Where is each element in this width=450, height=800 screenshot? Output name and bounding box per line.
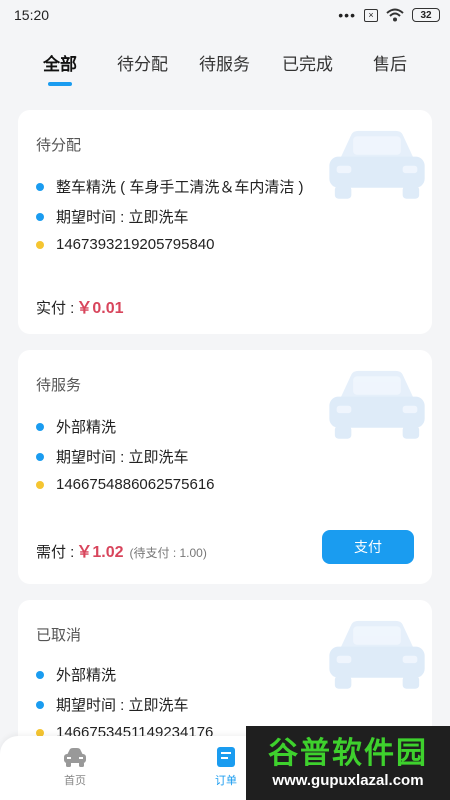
status-icons: ••• × 32 [338, 8, 440, 22]
wifi-icon [386, 8, 404, 22]
price-label: 实付 : [36, 300, 75, 317]
car-watermark-icon [329, 370, 425, 439]
order-service: 外部精洗 [56, 419, 117, 436]
order-status: 待服务 [36, 377, 82, 394]
tab-completed[interactable]: 已完成 [282, 50, 333, 75]
tab-all[interactable]: 全部 [43, 50, 77, 75]
price-row: 实付 : ￥0.01 [36, 294, 124, 318]
order-service: 整车精洗 ( 车身手工清洗＆车内清洁 ) [56, 179, 304, 196]
price-value: ￥0.01 [76, 300, 124, 317]
pay-button[interactable]: 支付 [322, 530, 414, 564]
sim-icon: × [364, 8, 378, 22]
order-service-row: 外部精洗 [36, 664, 116, 685]
status-bar: 15:20 ••• × 32 [0, 0, 450, 30]
order-time: 期望时间 : 立即洗车 [56, 209, 189, 226]
blue-dot-icon [36, 182, 44, 191]
order-time: 期望时间 : 立即洗车 [56, 449, 189, 466]
order-number: 1467393219205795840 [56, 236, 215, 253]
blue-dot-icon [36, 422, 44, 431]
car-icon [64, 748, 86, 767]
car-watermark-icon [329, 620, 425, 689]
nav-orders-label: 订单 [215, 775, 237, 787]
order-tabs: 全部 待分配 待服务 已完成 售后 [0, 36, 450, 96]
status-time: 15:20 [14, 7, 50, 23]
car-watermark-icon [329, 130, 425, 199]
tab-indicator [48, 82, 72, 86]
yellow-dot-icon [36, 480, 44, 489]
yellow-dot-icon [36, 240, 44, 249]
blue-dot-icon [36, 212, 44, 221]
order-time-row: 期望时间 : 立即洗车 [36, 206, 189, 227]
order-number-row: 1467393219205795840 [36, 236, 215, 253]
order-status: 待分配 [36, 137, 82, 154]
tab-pending-service[interactable]: 待服务 [199, 50, 250, 75]
order-service-row: 整车精洗 ( 车身手工清洗＆车内清洁 ) [36, 176, 304, 197]
order-number-row: 1466754886062575616 [36, 476, 215, 493]
price-value: ￥1.02 [76, 544, 124, 561]
order-time-row: 期望时间 : 立即洗车 [36, 694, 189, 715]
blue-dot-icon [36, 452, 44, 461]
nav-home-label: 首页 [64, 775, 86, 787]
order-time: 期望时间 : 立即洗车 [56, 697, 189, 714]
order-time-row: 期望时间 : 立即洗车 [36, 446, 189, 467]
nav-home[interactable]: 首页 [45, 746, 105, 788]
order-number: 1466754886062575616 [56, 476, 215, 493]
watermark-title: 谷普软件园 [268, 737, 428, 770]
site-watermark: 谷普软件园 www.gupuxlazal.com [246, 726, 450, 800]
tab-pending-assign[interactable]: 待分配 [117, 50, 168, 75]
watermark-url: www.gupuxlazal.com [272, 772, 424, 789]
blue-dot-icon [36, 670, 44, 679]
price-label: 需付 : [36, 544, 75, 561]
more-dots-icon: ••• [338, 7, 356, 23]
battery-icon: 32 [412, 8, 440, 22]
order-card[interactable]: 待分配 整车精洗 ( 车身手工清洗＆车内清洁 ) 期望时间 : 立即洗车 146… [18, 110, 432, 334]
order-service-row: 外部精洗 [36, 416, 116, 437]
order-icon [217, 747, 235, 767]
order-status: 已取消 [36, 627, 82, 644]
blue-dot-icon [36, 700, 44, 709]
price-row: 需付 : ￥1.02 (待支付 : 1.00) [36, 538, 207, 562]
order-card[interactable]: 待服务 外部精洗 期望时间 : 立即洗车 1466754886062575616… [18, 350, 432, 584]
tab-after-sale[interactable]: 售后 [373, 50, 407, 75]
price-note: (待支付 : 1.00) [129, 546, 207, 560]
order-service: 外部精洗 [56, 667, 117, 684]
